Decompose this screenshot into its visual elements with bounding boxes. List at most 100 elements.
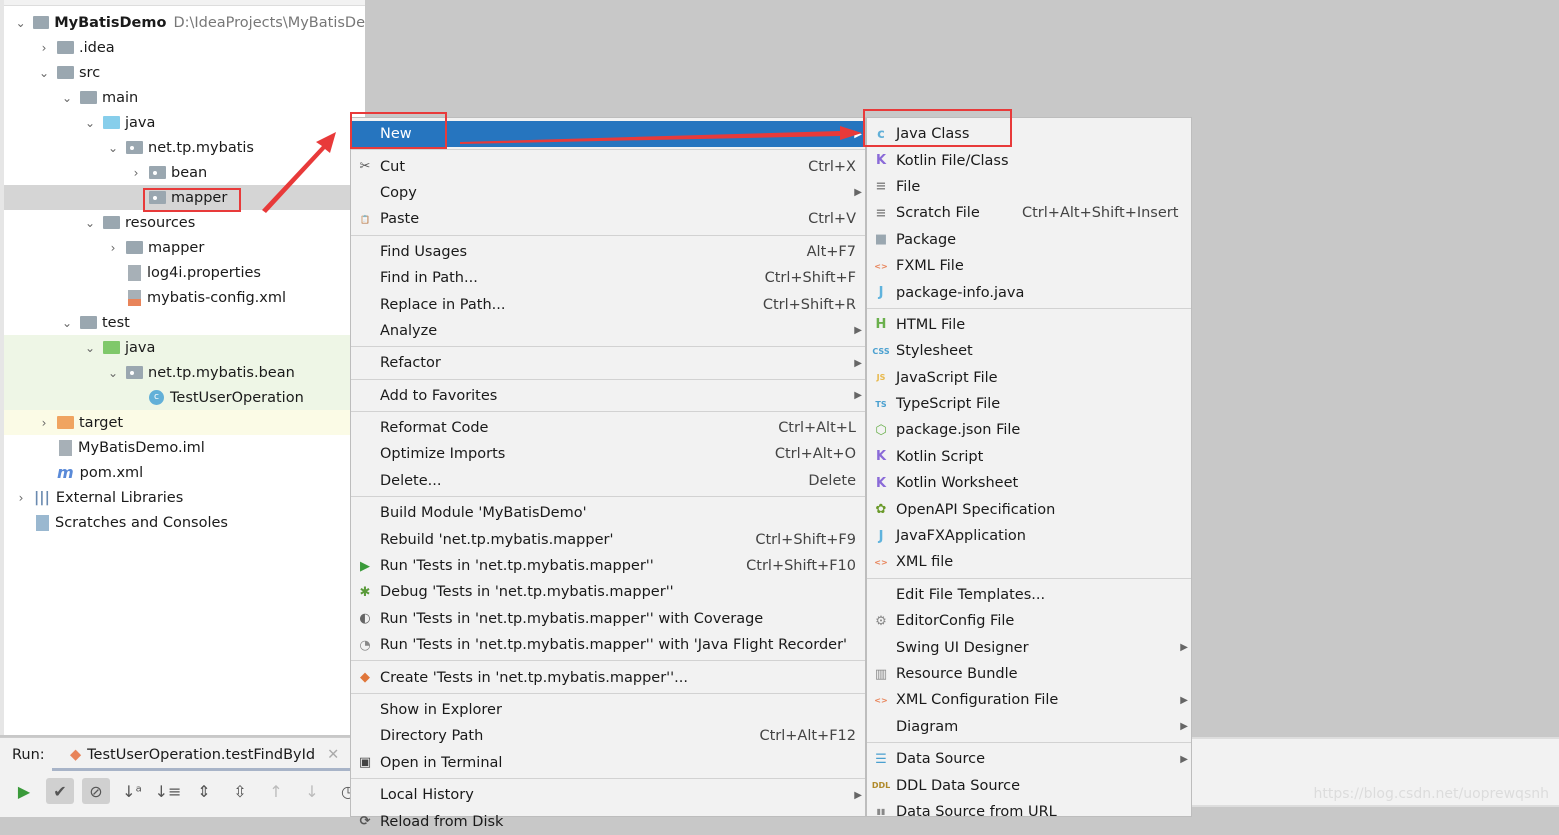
tree-item[interactable]: › target: [4, 410, 365, 435]
tree-item[interactable]: ⌄ net.tp.mybatis: [4, 135, 365, 160]
menu-item-package-json-file[interactable]: ⬡ package.json File: [867, 417, 1191, 443]
menu-item-analyze[interactable]: Analyze ▶: [351, 318, 865, 344]
menu-item-xml-configuration-file[interactable]: <> XML Configuration File ▶: [867, 687, 1191, 713]
menu-item-javascript-file[interactable]: JS JavaScript File: [867, 365, 1191, 391]
chevron-right-icon[interactable]: ›: [14, 491, 28, 505]
menu-item-run-tests-in-net-tp-mybatis-mapper[interactable]: ▶ Run 'Tests in 'net.tp.mybatis.mapper'' C…: [351, 553, 865, 579]
menu-item-package[interactable]: ■ Package: [867, 227, 1191, 253]
tree-item[interactable]: mybatis-config.xml: [4, 285, 365, 310]
menu-item-open-in-terminal[interactable]: ▣ Open in Terminal: [351, 750, 865, 776]
menu-item-data-source[interactable]: ☰ Data Source ▶: [867, 746, 1191, 772]
xml-file-icon: <>: [874, 557, 888, 567]
tree-item[interactable]: › ||| External Libraries: [4, 485, 365, 510]
menu-item-scratch-file[interactable]: ≡ Scratch File Ctrl+Alt+Shift+Insert: [867, 200, 1191, 226]
menu-item-html-file[interactable]: H HTML File: [867, 312, 1191, 338]
menu-item-add-to-favorites[interactable]: Add to Favorites ▶: [351, 383, 865, 409]
menu-item-resource-bundle[interactable]: ▥ Resource Bundle: [867, 661, 1191, 687]
shortcut-label: Alt+F7: [806, 243, 856, 260]
menu-item-replace-in-path[interactable]: Replace in Path... Ctrl+Shift+R: [351, 291, 865, 317]
menu-item-label: Kotlin File/Class: [896, 152, 1009, 169]
tree-item[interactable]: ⌄ MyBatisDemo D:\IdeaProjects\MyBatisDe: [4, 10, 365, 35]
chevron-right-icon[interactable]: ›: [106, 241, 120, 255]
menu-item-run-tests-in-net-tp-mybatis-mapper-with-coverage[interactable]: ◐ Run 'Tests in 'net.tp.mybatis.mapper'' …: [351, 606, 865, 632]
chevron-down-icon[interactable]: ⌄: [106, 141, 120, 155]
chevron-down-icon[interactable]: ⌄: [14, 16, 27, 30]
show-passed-icon[interactable]: ✔: [46, 778, 74, 804]
chevron-down-icon[interactable]: ⌄: [60, 316, 74, 330]
menu-item-ddl-data-source[interactable]: DDL DDL Data Source: [867, 772, 1191, 798]
menu-item-show-in-explorer[interactable]: Show in Explorer: [351, 697, 865, 723]
show-ignored-icon[interactable]: ⊘: [82, 778, 110, 804]
menu-item-optimize-imports[interactable]: Optimize Imports Ctrl+Alt+O: [351, 441, 865, 467]
tree-item[interactable]: log4i.properties: [4, 260, 365, 285]
menu-item-edit-file-templates[interactable]: Edit File Templates...: [867, 582, 1191, 608]
menu-item-kotlin-file-class[interactable]: K Kotlin File/Class: [867, 147, 1191, 173]
shortcut-label: Ctrl+Alt+L: [778, 420, 856, 437]
menu-item-refactor[interactable]: Refactor ▶: [351, 350, 865, 376]
menu-item-kotlin-script[interactable]: K Kotlin Script: [867, 444, 1191, 470]
menu-item-debug-tests-in-net-tp-mybatis-mapper[interactable]: ✱ Debug 'Tests in 'net.tp.mybatis.mapper'…: [351, 579, 865, 605]
menu-item-file[interactable]: ≡ File: [867, 174, 1191, 200]
menu-item-typescript-file[interactable]: TS TypeScript File: [867, 391, 1191, 417]
close-icon[interactable]: ✕: [327, 747, 339, 763]
menu-item-delete[interactable]: Delete... Delete: [351, 468, 865, 494]
menu-item-paste[interactable]: 📋 Paste Ctrl+V: [351, 206, 865, 232]
tree-item[interactable]: ⌄ java: [4, 110, 365, 135]
tree-item[interactable]: MyBatisDemo.iml: [4, 435, 365, 460]
tree-item[interactable]: ⌄ main: [4, 85, 365, 110]
chevron-down-icon[interactable]: ⌄: [83, 341, 97, 355]
menu-item-rebuild-net-tp-mybatis-mapper[interactable]: Rebuild 'net.tp.mybatis.mapper' Ctrl+Shif…: [351, 526, 865, 552]
collapse-all-icon[interactable]: ⇳: [226, 778, 254, 804]
chevron-down-icon[interactable]: ⌄: [83, 116, 97, 130]
menu-item-stylesheet[interactable]: CSS Stylesheet: [867, 338, 1191, 364]
tree-item[interactable]: › .idea: [4, 35, 365, 60]
run-tab[interactable]: ◆ TestUserOperation.testFindById ✕: [70, 747, 339, 763]
menu-item-find-in-path[interactable]: Find in Path... Ctrl+Shift+F: [351, 265, 865, 291]
menu-item-copy[interactable]: Copy ▶: [351, 180, 865, 206]
rerun-icon[interactable]: ▶: [10, 778, 38, 804]
tree-item[interactable]: › mapper: [4, 235, 365, 260]
chevron-right-icon[interactable]: ›: [37, 41, 51, 55]
tree-item[interactable]: Scratches and Consoles: [4, 510, 365, 535]
chevron-right-icon[interactable]: ›: [37, 416, 51, 430]
up-icon[interactable]: ↑: [262, 778, 290, 804]
chevron-down-icon[interactable]: ⌄: [37, 66, 51, 80]
chevron-down-icon[interactable]: ⌄: [106, 366, 120, 380]
menu-item-build-module-mybatisdemo[interactable]: Build Module 'MyBatisDemo': [351, 500, 865, 526]
down-icon[interactable]: ↓: [298, 778, 326, 804]
menu-item-local-history[interactable]: Local History ▶: [351, 782, 865, 808]
chevron-down-icon[interactable]: ⌄: [60, 91, 74, 105]
xml-file-icon: [128, 289, 141, 306]
chevron-right-icon[interactable]: ›: [129, 166, 143, 180]
expand-all-icon[interactable]: ⇕: [190, 778, 218, 804]
menu-item-kotlin-worksheet[interactable]: K Kotlin Worksheet: [867, 470, 1191, 496]
chevron-down-icon[interactable]: ⌄: [83, 216, 97, 230]
tree-item[interactable]: m pom.xml: [4, 460, 365, 485]
menu-item-swing-ui-designer[interactable]: Swing UI Designer ▶: [867, 634, 1191, 660]
tree-item[interactable]: ⌄ net.tp.mybatis.bean: [4, 360, 365, 385]
menu-item-reformat-code[interactable]: Reformat Code Ctrl+Alt+L: [351, 415, 865, 441]
menu-item-editorconfig-file[interactable]: ⚙ EditorConfig File: [867, 608, 1191, 634]
menu-item-cut[interactable]: ✂ Cut Ctrl+X: [351, 153, 865, 179]
menu-item-javafxapplication[interactable]: J JavaFXApplication: [867, 523, 1191, 549]
tree-item[interactable]: ⌄ java: [4, 335, 365, 360]
sort-alpha-icon[interactable]: ↓ᵃ: [118, 778, 146, 804]
tree-item[interactable]: c TestUserOperation: [4, 385, 365, 410]
menu-item-run-tests-in-net-tp-mybatis-mapper-with-java-flight-recorder[interactable]: ◔ Run 'Tests in 'net.tp.mybatis.mapper'' …: [351, 632, 865, 658]
submenu-arrow-icon: ▶: [1180, 721, 1188, 733]
tree-item[interactable]: ⌄ resources: [4, 210, 365, 235]
menu-item-openapi-specification[interactable]: ✿ OpenAPI Specification: [867, 496, 1191, 522]
menu-item-data-source-from-url[interactable]: ▮▮ Data Source from URL: [867, 799, 1191, 825]
tree-item[interactable]: ⌄ src: [4, 60, 365, 85]
menu-item-diagram[interactable]: Diagram ▶: [867, 714, 1191, 740]
menu-item-create-tests-in-net-tp-mybatis-mapper[interactable]: ◆ Create 'Tests in 'net.tp.mybatis.mapper…: [351, 664, 865, 690]
sort-duration-icon[interactable]: ↓≡: [154, 778, 182, 804]
menu-item-find-usages[interactable]: Find Usages Alt+F7: [351, 239, 865, 265]
menu-item-xml-file[interactable]: <> XML file: [867, 549, 1191, 575]
menu-item-package-info-java[interactable]: Jpackage-info.java: [867, 279, 1191, 305]
menu-item-fxml-file[interactable]: <> FXML File: [867, 253, 1191, 279]
menu-item-reload-from-disk[interactable]: ⟳ Reload from Disk: [351, 808, 865, 834]
tree-item[interactable]: ⌄ test: [4, 310, 365, 335]
tree-item[interactable]: › bean: [4, 160, 365, 185]
menu-item-directory-path[interactable]: Directory Path Ctrl+Alt+F12: [351, 723, 865, 749]
